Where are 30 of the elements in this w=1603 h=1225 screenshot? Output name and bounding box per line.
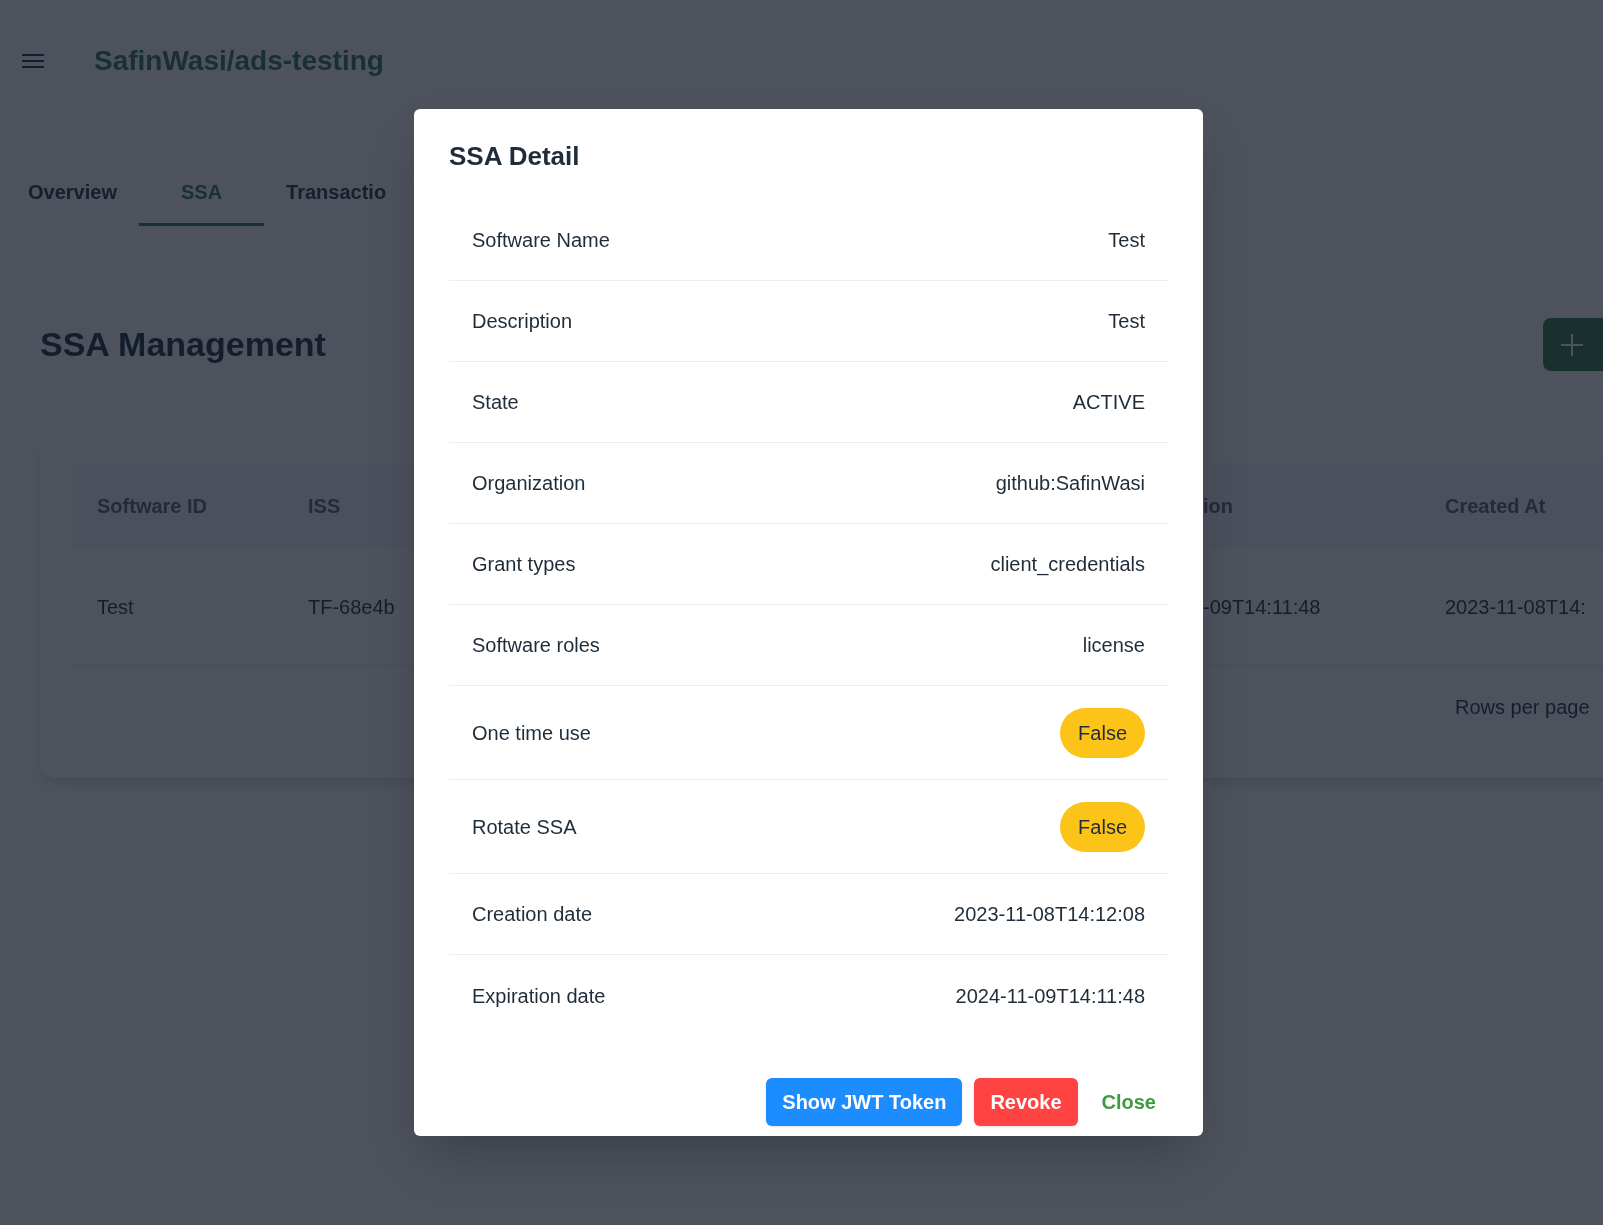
status-badge: False bbox=[1060, 707, 1145, 758]
revoke-button[interactable]: Revoke bbox=[974, 1078, 1078, 1126]
field-label: Rotate SSA bbox=[472, 814, 577, 840]
table-cell-text: -09T14:11:48 bbox=[1203, 594, 1321, 620]
field-value: client_credentials bbox=[990, 552, 1145, 578]
field-value: github:SafinWasi bbox=[995, 471, 1145, 496]
field-label: Creation date bbox=[472, 902, 593, 927]
field-label: Organization bbox=[472, 471, 586, 496]
field-label: Grant types bbox=[472, 552, 576, 577]
field-label: Software roles bbox=[472, 633, 600, 658]
table-cell-text: Test bbox=[97, 594, 134, 620]
rows-per-page-label: Rows per page bbox=[1455, 696, 1590, 718]
field-label: State bbox=[472, 390, 519, 415]
page-heading: SSA Management bbox=[40, 324, 326, 365]
table-cell-text: 2023-11-08T14: bbox=[1445, 594, 1586, 620]
field-label: One time use bbox=[472, 720, 591, 746]
field-label: Description bbox=[472, 309, 573, 334]
field-value: Test bbox=[1108, 309, 1145, 334]
status-badge: False bbox=[1060, 801, 1145, 852]
field-value: Test bbox=[1108, 228, 1145, 253]
field-value: license bbox=[1082, 633, 1145, 658]
show-token-button[interactable]: Show JWT Token bbox=[766, 1078, 963, 1126]
field-value: 2024-11-09T14:11:48 bbox=[955, 983, 1145, 1009]
table-cell-text: TF-68e4b bbox=[308, 594, 395, 620]
field-label: Expiration date bbox=[472, 983, 606, 1009]
field-value: 2023-11-08T14:12:08 bbox=[954, 902, 1145, 927]
dialog-title: SSA Detail bbox=[449, 140, 581, 173]
close-button[interactable]: Close bbox=[1089, 1078, 1168, 1126]
field-label: Software Name bbox=[472, 228, 610, 253]
field-value: ACTIVE bbox=[1072, 390, 1145, 415]
